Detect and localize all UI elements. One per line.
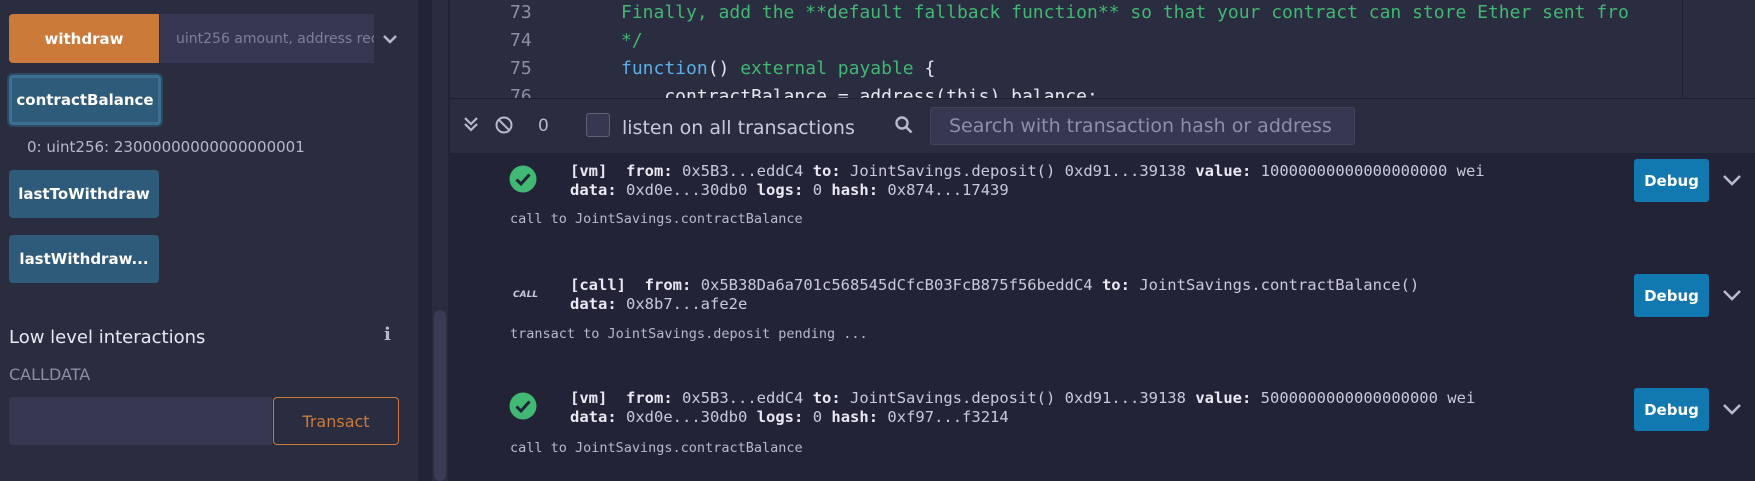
pending-tx-count: 0 — [538, 116, 549, 136]
search-icon — [894, 115, 914, 139]
code-editor[interactable]: 73 74 75 76 Finally, add the **default f… — [450, 0, 1755, 98]
collapse-terminal-icon[interactable] — [462, 115, 480, 137]
code-keyword: function — [621, 58, 708, 79]
last-to-withdraw-button[interactable]: lastToWithdraw — [9, 170, 159, 218]
info-icon[interactable]: i — [384, 324, 391, 345]
code-modifier: external — [740, 58, 827, 79]
withdraw-args-input[interactable]: uint256 amount, address recipient — [160, 14, 374, 63]
code-line: Finally, add the **default fallback func… — [621, 2, 1629, 23]
contract-balance-button[interactable]: contractBalance — [9, 75, 161, 125]
low-level-title: Low level interactions — [9, 327, 206, 348]
terminal-toolbar: 0 listen on all transactions Search with… — [450, 98, 1755, 153]
editor-minimap — [1683, 0, 1755, 98]
line-number: 73 — [510, 2, 532, 23]
deploy-run-panel: withdraw uint256 amount, address recipie… — [0, 0, 418, 481]
clear-console-icon[interactable] — [494, 115, 514, 139]
line-number: 76 — [510, 86, 532, 98]
log-message: call to JointSavings.contractBalance — [510, 440, 803, 456]
line-number: 74 — [510, 30, 532, 51]
chevron-down-icon[interactable] — [1722, 286, 1742, 305]
left-scrollbar-thumb[interactable] — [434, 310, 446, 481]
code-line: contractBalance = address(this).balance; — [621, 86, 1098, 98]
code-text: { — [913, 58, 936, 79]
call-tag: CALL — [513, 290, 539, 300]
terminal-log: [vm] from: 0x5B3...eddC4 to: JointSaving… — [450, 153, 1755, 481]
line-number: 75 — [510, 58, 532, 79]
code-line: */ — [621, 30, 643, 51]
chevron-down-icon[interactable] — [378, 24, 402, 54]
log-message: transact to JointSavings.deposit pending… — [510, 326, 868, 342]
debug-button[interactable]: Debug — [1634, 388, 1709, 431]
tx-details[interactable]: [call] from: 0x5B38Da6a701c568545dCfcB03… — [570, 276, 1419, 314]
chevron-down-icon[interactable] — [1722, 400, 1742, 419]
listen-all-checkbox[interactable] — [586, 113, 610, 137]
transact-button[interactable]: Transact — [273, 397, 399, 445]
debug-button[interactable]: Debug — [1634, 274, 1709, 317]
search-input[interactable]: Search with transaction hash or address — [930, 107, 1355, 145]
calldata-label: CALLDATA — [9, 365, 91, 384]
tx-details[interactable]: [vm] from: 0x5B3...eddC4 to: JointSaving… — [570, 162, 1485, 200]
withdraw-button[interactable]: withdraw — [9, 14, 159, 63]
success-check-icon — [509, 165, 537, 197]
code-line: function() external payable { — [621, 58, 935, 79]
debug-button[interactable]: Debug — [1634, 159, 1709, 202]
code-modifier: payable — [837, 58, 914, 79]
success-check-icon — [509, 392, 537, 424]
tx-details[interactable]: [vm] from: 0x5B3...eddC4 to: JointSaving… — [570, 389, 1475, 427]
chevron-down-icon[interactable] — [1722, 171, 1742, 190]
last-withdraw-amount-button[interactable]: lastWithdraw... — [9, 235, 159, 283]
calldata-input[interactable] — [9, 397, 272, 445]
code-text: () — [707, 58, 741, 79]
listen-all-label: listen on all transactions — [622, 117, 855, 139]
contract-balance-output: 0: uint256: 23000000000000000001 — [27, 138, 305, 156]
log-message: call to JointSavings.contractBalance — [510, 211, 803, 227]
